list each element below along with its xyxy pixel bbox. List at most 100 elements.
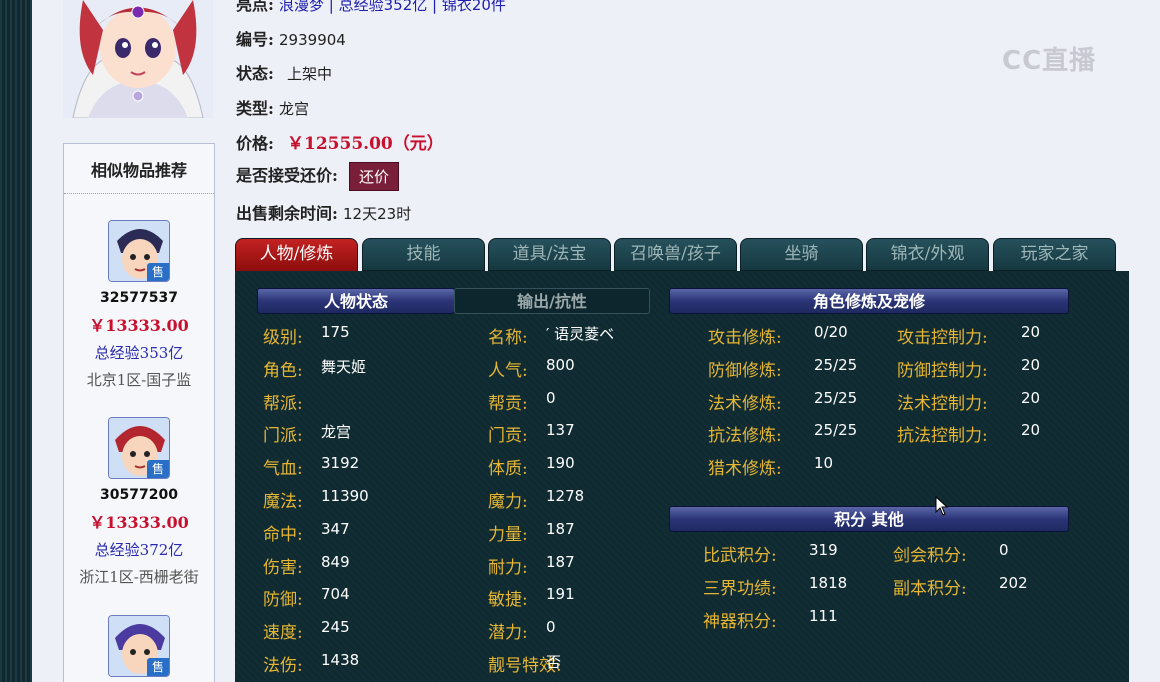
stat-value: 187 <box>546 519 575 538</box>
stat-label: 名称: <box>488 328 528 348</box>
stat-col2-0: 名称: ′ 语灵菱ベ <box>488 323 614 348</box>
type-label: 类型: <box>236 99 274 118</box>
stat-control-2: 法术控制力: 20 <box>897 389 1040 414</box>
stat-value: 347 <box>321 519 350 538</box>
cultivation-header: 角色修炼及宠修 <box>669 288 1069 314</box>
stat-col2-10: 靓号特效: 否 <box>488 651 562 676</box>
price-value: ￥12555.00（元） <box>287 134 444 154</box>
stat-label: 伤害: <box>263 557 303 578</box>
stat-cultivation-1: 防御修炼: 25/25 <box>708 356 857 381</box>
stat-label: 猎术修炼: <box>708 459 782 480</box>
recommend-item[interactable]: 售 32577537 ￥13333.00 总经验353亿 北京1区-国子监 <box>64 220 214 390</box>
tab-pets[interactable]: 召唤兽/孩子 <box>614 238 737 271</box>
tab-skills[interactable]: 技能 <box>362 238 485 271</box>
stat-scores_right-0: 剑会积分: 0 <box>893 541 1009 566</box>
stat-label: 法术修炼: <box>708 393 782 414</box>
stat-value: 11390 <box>321 487 369 505</box>
stat-value: 245 <box>321 618 350 637</box>
mouse-cursor-icon <box>935 496 949 516</box>
stat-value: 舞天姬 <box>321 357 367 376</box>
stat-value: 25/25 <box>814 388 858 407</box>
stat-cultivation-0: 攻击修炼: 0/20 <box>708 323 848 348</box>
stat-value: 190 <box>546 454 575 473</box>
stat-label: 三界功绩: <box>703 579 777 599</box>
recommend-item[interactable]: 售 <box>64 615 214 677</box>
stat-scores_left-1: 三界功绩: 1818 <box>703 574 847 599</box>
stat-value: 0 <box>546 388 556 407</box>
stat-col1-2: 帮派: <box>263 389 303 414</box>
stat-col1-8: 防御: 704 <box>263 585 350 610</box>
sale-badge: 售 <box>147 263 169 281</box>
stat-label: 防御控制力: <box>897 360 988 381</box>
stat-label: 剑会积分: <box>893 546 967 566</box>
recommend-thumbnail[interactable]: 售 <box>108 417 170 479</box>
stat-scores_right-1: 副本积分: 202 <box>893 574 1028 599</box>
stat-label: 门派: <box>263 426 303 447</box>
stat-value: 10 <box>814 454 834 473</box>
stat-col1-3: 门派: 龙宫 <box>263 421 351 447</box>
type-value: 龙宫 <box>279 100 310 118</box>
stat-value: 20 <box>1021 388 1041 407</box>
sale-badge: 售 <box>147 460 169 478</box>
subtab-output-resist[interactable]: 输出/抗性 <box>454 288 650 314</box>
stat-control-1: 防御控制力: 20 <box>897 356 1040 381</box>
stat-label: 耐力: <box>488 557 528 578</box>
stat-value: 704 <box>321 585 350 604</box>
remaining-value: 12天23时 <box>343 205 412 223</box>
recommend-id: 32577537 <box>100 290 178 306</box>
tab-character[interactable]: 人物/修炼 <box>235 238 358 272</box>
stat-col2-1: 人气: 800 <box>488 356 575 381</box>
bargain-button[interactable]: 还价 <box>349 162 400 191</box>
stat-label: 速度: <box>263 623 303 644</box>
remaining-label: 出售剩余时间: <box>236 204 338 223</box>
tab-items[interactable]: 道具/法宝 <box>488 238 611 271</box>
stat-label: 抗法控制力: <box>897 426 988 447</box>
recommend-item[interactable]: 售 30577200 ￥13333.00 总经验372亿 浙江1区-西栅老街 <box>64 417 214 587</box>
stat-col1-7: 伤害: 849 <box>263 553 350 578</box>
price-label: 价格: <box>236 134 274 153</box>
stat-label: 防御修炼: <box>708 360 782 381</box>
character-panel: 人物状态 输出/抗性 角色修炼及宠修 积分 其他 级别: 175 角色: 舞天姬 帮派:… <box>235 271 1129 682</box>
stat-cultivation-4: 猎术修炼: 10 <box>708 454 833 480</box>
stat-label: 攻击控制力: <box>897 328 988 348</box>
subtab-character-status[interactable]: 人物状态 <box>257 288 455 314</box>
tab-outfits[interactable]: 锦衣/外观 <box>866 238 989 271</box>
stat-label: 力量: <box>488 524 528 545</box>
stat-label: 级别: <box>263 328 303 348</box>
stat-scores_left-0: 比武积分: 319 <box>703 541 838 566</box>
price-row: 价格: ￥12555.00（元） <box>236 129 444 154</box>
stat-value: 849 <box>321 552 350 571</box>
status-label: 状态: <box>236 64 274 83</box>
stat-col2-9: 潜力: 0 <box>488 618 556 643</box>
tab-player-home[interactable]: 玩家之家 <box>993 238 1116 271</box>
stat-value: 202 <box>999 574 1028 592</box>
stat-col2-5: 魔力: 1278 <box>488 487 584 512</box>
stat-value: 111 <box>809 607 838 625</box>
watermark-logo: CC直播 <box>1002 46 1097 76</box>
stat-col2-3: 门贡: 137 <box>488 421 575 447</box>
recommend-thumbnail[interactable]: 售 <box>108 615 170 677</box>
stat-label: 抗法修炼: <box>708 426 782 447</box>
recommend-exp-link[interactable]: 总经验353亿 <box>64 342 214 363</box>
recommend-exp-link[interactable]: 总经验372亿 <box>64 539 214 560</box>
id-label: 编号: <box>236 30 274 49</box>
type-row: 类型: 龙宫 <box>236 95 309 119</box>
tab-mounts[interactable]: 坐骑 <box>740 238 863 271</box>
stat-cultivation-3: 抗法修炼: 25/25 <box>708 421 857 447</box>
stat-col1-9: 速度: 245 <box>263 618 350 644</box>
score-header: 积分 其他 <box>669 506 1069 532</box>
highlight-row: 亮点: 浪漫梦 | 总经验352亿 | 锦衣20件 <box>236 0 506 15</box>
stat-value: 1438 <box>321 651 360 669</box>
stat-col1-4: 气血: 3192 <box>263 454 359 479</box>
stat-col2-4: 体质: 190 <box>488 454 575 479</box>
stat-value: 319 <box>809 541 838 559</box>
stat-col2-6: 力量: 187 <box>488 520 575 545</box>
stat-label: 门贡: <box>488 426 528 447</box>
stat-label: 魔力: <box>488 492 528 512</box>
stat-value: 20 <box>1021 355 1041 374</box>
stat-col2-8: 敏捷: 191 <box>488 585 575 610</box>
stat-value: 1278 <box>546 487 585 505</box>
recommend-thumbnail[interactable]: 售 <box>108 220 170 282</box>
recommend-price: ￥13333.00 <box>89 513 189 532</box>
stat-col1-1: 角色: 舞天姬 <box>263 356 366 381</box>
